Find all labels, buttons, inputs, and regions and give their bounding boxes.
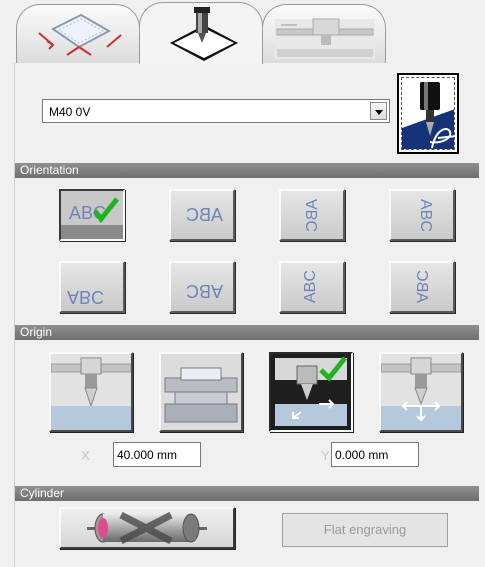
svg-text:ABC: ABC bbox=[302, 270, 319, 303]
text-vertical-down-icon: ABC bbox=[413, 270, 430, 303]
orientation-vertical-down[interactable]: ABC bbox=[389, 261, 455, 313]
origin-x-label: X bbox=[81, 448, 90, 463]
vise-origin-icon bbox=[161, 354, 241, 430]
orientation-rotated-right[interactable]: ABC bbox=[389, 189, 455, 241]
tab-tool[interactable] bbox=[139, 2, 263, 64]
svg-text:ABC: ABC bbox=[186, 281, 223, 301]
svg-text:ABC: ABC bbox=[413, 270, 430, 303]
orientation-header: Orientation bbox=[15, 163, 479, 178]
tool-plate-icon bbox=[170, 7, 238, 61]
svg-text:ABC: ABC bbox=[186, 205, 223, 225]
tab-engraving-area[interactable] bbox=[16, 4, 140, 64]
machine-icon bbox=[275, 18, 375, 59]
origin-header: Origin bbox=[15, 325, 479, 340]
origin-y-input[interactable]: 0.000 mm bbox=[331, 442, 419, 467]
text-rotated-icon: ABC bbox=[417, 199, 434, 232]
tool-settings-panel: M40 0V Orientation ABC ABC ABC ABC ABC A… bbox=[14, 63, 479, 567]
cylinder-icon bbox=[87, 511, 207, 545]
tool-library-button[interactable] bbox=[397, 73, 459, 154]
orientation-rotated-180[interactable]: ABC bbox=[169, 261, 235, 313]
origin-center[interactable] bbox=[159, 352, 243, 432]
orientation-normal[interactable]: ABC bbox=[59, 189, 125, 241]
machine-origin-selected-icon bbox=[271, 354, 351, 430]
engraving-area-icon bbox=[38, 13, 122, 56]
tab-bar bbox=[0, 0, 485, 64]
text-rotated-mirrored-icon: ABC bbox=[304, 199, 321, 232]
tool-select-dropdown[interactable]: M40 0V bbox=[42, 99, 390, 123]
origin-center-table[interactable] bbox=[379, 352, 463, 432]
orientation-mirrored[interactable]: ABC bbox=[169, 189, 235, 241]
tab-machine[interactable] bbox=[262, 4, 386, 64]
text-rotated-180-icon: ABC bbox=[186, 281, 223, 301]
origin-top-left[interactable] bbox=[49, 352, 133, 432]
engraving-tool-icon bbox=[402, 78, 454, 149]
orientation-vertical-up[interactable]: ABC bbox=[279, 261, 345, 313]
origin-y-label: Y bbox=[321, 448, 330, 463]
text-mirrored-icon: ABC bbox=[186, 205, 223, 225]
chevron-down-icon[interactable] bbox=[370, 102, 387, 120]
svg-text:ABC: ABC bbox=[67, 287, 104, 307]
tool-select-value: M40 0V bbox=[49, 105, 91, 119]
svg-text:ABC: ABC bbox=[304, 199, 321, 232]
svg-text:ABC: ABC bbox=[417, 199, 434, 232]
cylinder-header: Cylinder bbox=[15, 486, 479, 501]
origin-bottom-left[interactable] bbox=[269, 352, 353, 432]
origin-x-input[interactable]: 40.000 mm bbox=[113, 442, 201, 467]
machine-origin-icon bbox=[51, 354, 131, 430]
orientation-rotated-left[interactable]: ABC bbox=[279, 189, 345, 241]
flat-engraving-button[interactable]: Flat engraving bbox=[282, 513, 448, 547]
text-vertical-up-icon: ABC bbox=[302, 270, 319, 303]
orientation-flipped[interactable]: ABC bbox=[59, 261, 125, 313]
machine-center-origin-icon bbox=[381, 354, 461, 430]
cylinder-engraving-button[interactable] bbox=[59, 507, 235, 549]
text-flipped-icon: ABC bbox=[67, 287, 104, 307]
